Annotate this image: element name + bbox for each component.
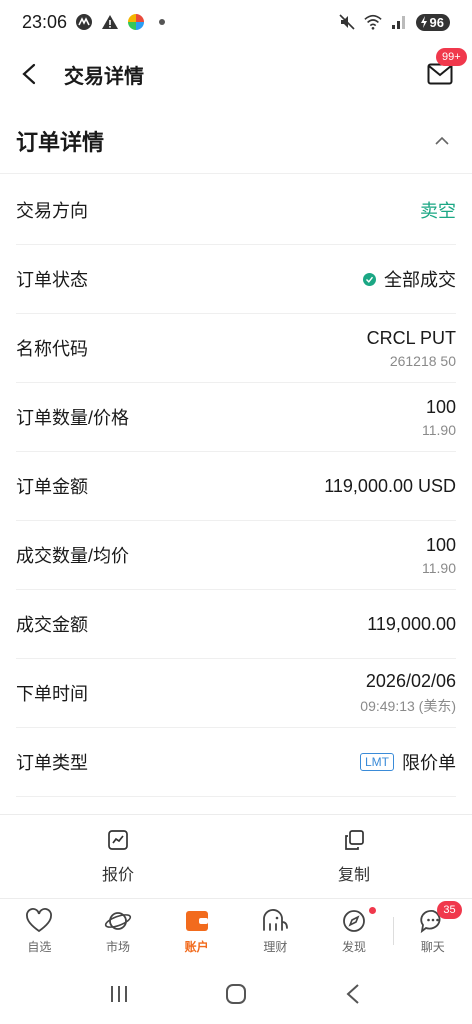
order-details-list: 交易方向 卖空 订单状态 全部成交 名称代码 CRCL PUT 261218 5… (0, 176, 472, 797)
status-bar: 23:06 96 (0, 0, 472, 44)
row-fill-qty-price: 成交数量/均价 100 11.90 (16, 521, 456, 590)
back-arrow-icon (22, 63, 36, 85)
row-label: 下单时间 (16, 684, 88, 704)
status-time: 23:06 (22, 11, 68, 32)
recent-apps-icon (110, 986, 127, 1002)
system-nav-bar (0, 964, 472, 1024)
chat-badge: 35 (437, 901, 462, 919)
action-bar: 报价 复制 (0, 814, 472, 898)
tab-account[interactable]: 账户 (157, 899, 236, 964)
order-details-section-header[interactable]: 订单详情 (0, 108, 472, 174)
row-name-code: 名称代码 CRCL PUT 261218 50 (16, 314, 456, 383)
tab-wealth[interactable]: 理财 (236, 899, 315, 964)
row-label: 名称代码 (16, 339, 88, 359)
more-notifications-dot-icon (153, 13, 171, 31)
row-qty-price: 订单数量/价格 100 11.90 (16, 383, 456, 452)
tab-discover[interactable]: 发现 (315, 899, 394, 964)
chevron-up-icon (435, 136, 449, 145)
heart-icon (26, 908, 53, 933)
row-fill-amount: 成交金额 119,000.00 (16, 590, 456, 659)
copy-button[interactable]: 复制 (236, 815, 472, 898)
warning-icon (101, 13, 119, 31)
section-title: 订单详情 (16, 129, 105, 155)
tab-label: 账户 (184, 940, 209, 954)
home-icon (225, 984, 246, 1004)
recent-apps-button[interactable] (99, 974, 139, 1014)
battery-level: 96 (429, 14, 444, 30)
tab-label: 自选 (27, 940, 52, 954)
signal-icon (390, 13, 408, 31)
mute-icon (338, 13, 356, 31)
fill-qty-value: 100 (425, 534, 456, 555)
row-label: 订单类型 (16, 753, 88, 773)
row-order-type: 订单类型 LMT 限价单 (16, 728, 456, 797)
wallet-icon (185, 911, 208, 931)
compass-icon (343, 910, 365, 932)
copy-label: 复制 (337, 866, 370, 884)
bottom-tab-bar: 自选 市场 账户 理财 发现 35 聊天 (0, 898, 472, 964)
quote-chart-icon (108, 829, 128, 850)
row-label: 订单金额 (16, 477, 88, 497)
amount-value: 119,000.00 USD (324, 475, 456, 496)
order-date-value: 2026/02/06 (365, 670, 456, 691)
qty-value: 100 (425, 396, 456, 417)
system-back-icon (346, 984, 359, 1004)
price-value: 11.90 (422, 421, 456, 438)
row-direction: 交易方向 卖空 (16, 176, 456, 245)
row-order-time: 下单时间 2026/02/06 09:49:13 (美东) (16, 659, 456, 728)
direction-value: 卖空 (420, 201, 456, 221)
tab-label: 市场 (106, 940, 131, 954)
row-amount: 订单金额 119,000.00 USD (16, 452, 456, 521)
order-type-tag: LMT (360, 753, 394, 771)
tab-divider (393, 917, 395, 945)
collapse-button[interactable] (428, 127, 456, 155)
check-circle-icon (363, 272, 376, 286)
home-button[interactable] (216, 974, 256, 1014)
mail-button[interactable]: 99+ (422, 48, 467, 92)
order-type-value: 限价单 (402, 753, 456, 773)
order-time-value: 09:49:13 (美东) (360, 697, 456, 714)
planet-icon (104, 912, 132, 930)
fill-price-value: 11.90 (422, 559, 456, 576)
wifi-icon (363, 13, 382, 31)
name-value: CRCL PUT (366, 327, 456, 348)
header: 交易详情 99+ (0, 44, 472, 104)
row-label: 成交金额 (16, 615, 88, 635)
mail-badge: 99+ (436, 48, 467, 66)
code-value: 261218 50 (389, 352, 456, 369)
battery-indicator: 96 (415, 13, 450, 31)
page-title: 交易详情 (64, 66, 144, 88)
row-status: 订单状态 全部成交 (16, 245, 456, 314)
status-value: 全部成交 (384, 270, 456, 290)
tab-label: 理财 (263, 940, 288, 954)
row-label: 成交数量/均价 (16, 546, 130, 566)
tab-market[interactable]: 市场 (79, 899, 158, 964)
fill-amount-value: 119,000.00 (367, 613, 456, 634)
discover-dot-badge (368, 907, 376, 914)
row-label: 订单数量/价格 (16, 408, 130, 428)
tab-label: 发现 (342, 940, 367, 954)
tab-chat[interactable]: 35 聊天 (393, 899, 472, 964)
quote-button[interactable]: 报价 (0, 815, 236, 898)
quote-label: 报价 (101, 866, 134, 884)
color-app-icon (127, 13, 145, 31)
system-back-button[interactable] (333, 974, 373, 1014)
copy-icon (345, 829, 364, 850)
row-label: 订单状态 (16, 270, 88, 290)
row-label: 交易方向 (16, 201, 88, 221)
elephant-icon (263, 909, 289, 931)
tab-watchlist[interactable]: 自选 (0, 899, 79, 964)
app-notification-icon (75, 13, 93, 31)
mail-icon (427, 63, 453, 85)
back-button[interactable] (10, 54, 50, 94)
tab-label: 聊天 (420, 940, 445, 954)
